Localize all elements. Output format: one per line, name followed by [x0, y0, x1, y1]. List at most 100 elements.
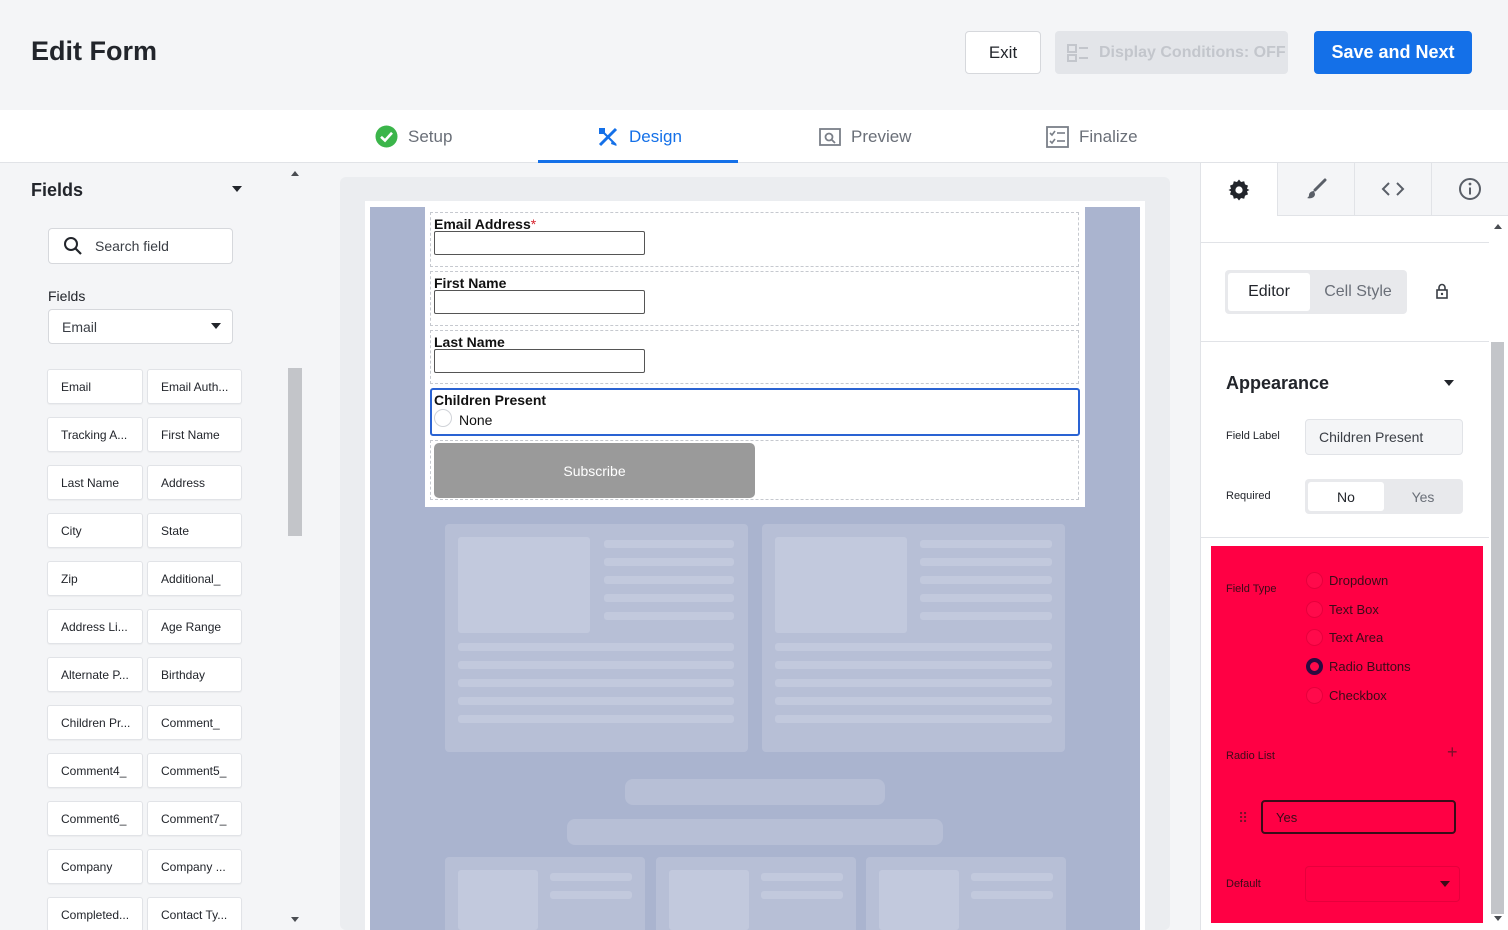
field-label-input[interactable]: Children Present	[1305, 419, 1463, 455]
field-chip[interactable]: Comment_	[147, 705, 242, 740]
field-chip[interactable]: Address	[147, 465, 242, 500]
children-present-label: Children Present	[434, 392, 547, 408]
tab-finalize[interactable]: Finalize	[1046, 110, 1138, 163]
required-yes-button[interactable]: Yes	[1386, 482, 1460, 511]
scroll-up-arrow-icon[interactable]	[1494, 224, 1502, 229]
field-chip[interactable]: Birthday	[147, 657, 242, 692]
tab-finalize-label: Finalize	[1079, 126, 1138, 146]
email-address-input[interactable]	[434, 231, 645, 255]
tab-setup-label: Setup	[408, 126, 453, 146]
field-chip[interactable]: Address Li...	[47, 609, 143, 644]
chevron-down-icon[interactable]	[1444, 380, 1454, 386]
field-chip[interactable]: City	[47, 513, 143, 548]
scroll-up-arrow-icon[interactable]	[291, 171, 299, 176]
placeholder-image	[775, 537, 907, 633]
last-name-input[interactable]	[434, 349, 645, 373]
tab-design[interactable]: Design	[597, 110, 682, 163]
search-icon	[64, 237, 82, 255]
tab-preview[interactable]: Preview	[819, 110, 911, 163]
placeholder-line	[458, 679, 734, 687]
scrollbar-thumb[interactable]	[288, 368, 302, 536]
fields-filter-select[interactable]: Email	[48, 309, 233, 344]
display-conditions-button[interactable]: Display Conditions: OFF	[1055, 31, 1288, 74]
radio-option-input[interactable]: Yes	[1261, 800, 1456, 834]
field-chip[interactable]: Comment4_	[47, 753, 143, 788]
radio-none[interactable]	[434, 409, 452, 427]
field-chip[interactable]: Company	[47, 849, 143, 884]
subscribe-button[interactable]: Subscribe	[434, 443, 755, 498]
required-no-button[interactable]: No	[1308, 482, 1384, 511]
field-label-caption: Field Label	[1226, 430, 1280, 442]
info-tab[interactable]	[1432, 163, 1508, 216]
divider	[1201, 341, 1489, 342]
placeholder-line	[550, 873, 632, 881]
field-chip[interactable]: First Name	[147, 417, 242, 452]
radio-dot	[1306, 629, 1323, 646]
default-select[interactable]	[1305, 866, 1460, 902]
lock-icon[interactable]	[1435, 283, 1449, 299]
drag-handle-icon[interactable]: ⠿	[1238, 810, 1248, 827]
placeholder-line	[458, 643, 734, 651]
placeholder-line	[920, 540, 1052, 548]
scroll-down-arrow-icon[interactable]	[1494, 916, 1502, 921]
chevron-down-icon	[211, 323, 221, 329]
field-chip[interactable]: Alternate P...	[47, 657, 143, 692]
properties-scrollbar[interactable]	[1491, 218, 1505, 930]
cell-style-mode-button[interactable]: Cell Style	[1312, 273, 1404, 311]
field-chip[interactable]: Comment7_	[147, 801, 242, 836]
scroll-down-arrow-icon[interactable]	[291, 917, 299, 922]
code-icon	[1381, 182, 1405, 196]
design-tools-icon	[598, 127, 618, 146]
field-chip[interactable]: Additional_	[147, 561, 242, 596]
field-list: Email Email Auth... Tracking A... First Nam…	[47, 369, 243, 930]
code-tab[interactable]	[1355, 163, 1432, 216]
field-chip[interactable]: Contact Ty...	[147, 897, 242, 930]
exit-button[interactable]: Exit	[965, 31, 1041, 74]
placeholder-line	[775, 643, 1052, 651]
placeholder-line	[604, 540, 734, 548]
radio-dot	[1306, 687, 1323, 704]
field-type-text-area[interactable]: Text Area	[1306, 629, 1383, 646]
field-chip[interactable]: Email Auth...	[147, 369, 242, 404]
fields-scrollbar[interactable]	[287, 163, 303, 930]
info-icon	[1459, 178, 1481, 200]
gear-icon	[1228, 179, 1250, 200]
field-chip[interactable]: Company ...	[147, 849, 242, 884]
field-type-option-label: Radio Buttons	[1329, 659, 1411, 674]
field-chip[interactable]: Tracking A...	[47, 417, 143, 452]
field-chip[interactable]: Completed...	[47, 897, 143, 930]
field-chip[interactable]: Comment5_	[147, 753, 242, 788]
search-field-input[interactable]: Search field	[48, 228, 233, 264]
settings-tab[interactable]	[1201, 163, 1278, 216]
add-option-plus-icon[interactable]: +	[1447, 742, 1458, 763]
save-and-next-button[interactable]: Save and Next	[1314, 31, 1472, 74]
display-conditions-label: Display Conditions: OFF	[1099, 43, 1286, 61]
collapse-caret-icon[interactable]	[232, 186, 242, 192]
tab-setup[interactable]: Setup	[375, 110, 452, 163]
first-name-input[interactable]	[434, 290, 645, 314]
field-type-checkbox[interactable]: Checkbox	[1306, 687, 1387, 704]
style-tab[interactable]	[1278, 163, 1355, 216]
radio-dot	[1306, 601, 1323, 618]
field-chip[interactable]: Children Pr...	[47, 705, 143, 740]
field-chip[interactable]: Age Range	[147, 609, 242, 644]
field-chip[interactable]: State	[147, 513, 242, 548]
placeholder-line	[458, 661, 734, 669]
preview-icon	[819, 127, 841, 146]
field-chip[interactable]: Zip	[47, 561, 143, 596]
field-type-radio-buttons[interactable]: Radio Buttons	[1306, 658, 1411, 675]
field-chip[interactable]: Comment6_	[47, 801, 143, 836]
placeholder-image	[879, 870, 959, 930]
required-asterisk: *	[530, 216, 537, 232]
scrollbar-thumb[interactable]	[1491, 342, 1504, 914]
last-name-label: Last Name	[434, 334, 505, 350]
field-chip[interactable]: Last Name	[47, 465, 143, 500]
field-type-dropdown[interactable]: Dropdown	[1306, 572, 1388, 589]
tab-design-label: Design	[629, 126, 682, 146]
placeholder-line	[550, 891, 632, 899]
placeholder-line	[775, 697, 1052, 705]
appearance-section-title[interactable]: Appearance	[1226, 373, 1329, 394]
field-chip[interactable]: Email	[47, 369, 143, 404]
field-type-text-box[interactable]: Text Box	[1306, 601, 1379, 618]
editor-mode-button[interactable]: Editor	[1228, 273, 1310, 311]
